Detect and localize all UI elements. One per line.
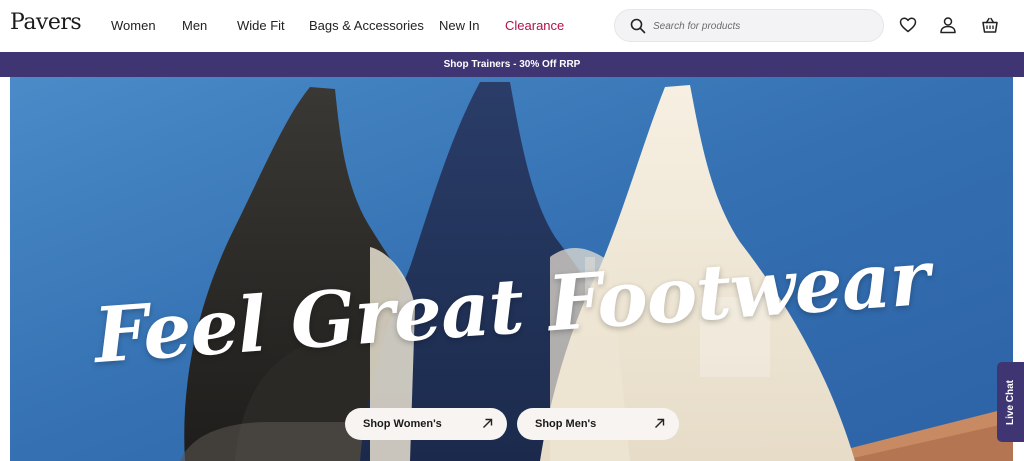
nav-item-clearance[interactable]: Clearance [505,18,564,33]
shop-mens-button[interactable]: Shop Men's [517,408,679,440]
arrow-up-right-icon [655,418,665,428]
shop-womens-button[interactable]: Shop Women's [345,408,507,440]
user-icon[interactable] [939,16,957,34]
nav-item-wide-fit[interactable]: Wide Fit [237,18,285,33]
search-icon[interactable] [630,18,646,34]
shop-womens-label: Shop Women's [363,418,442,430]
nav-item-men[interactable]: Men [182,18,207,33]
live-chat-button[interactable]: Live Chat [997,362,1024,442]
site-header: Pavers Women Men Wide Fit Bags & Accesso… [0,0,1024,52]
nav-item-women[interactable]: Women [111,18,156,33]
heart-icon[interactable] [899,16,917,34]
search-input[interactable] [653,17,873,35]
pavers-logo[interactable]: Pavers [10,10,82,35]
search-bar[interactable] [614,9,884,42]
hero-banner[interactable]: Feel Great Footwear [10,77,1013,461]
promo-text[interactable]: Shop Trainers - 30% Off RRP [444,59,581,70]
promo-banner[interactable]: Shop Trainers - 30% Off RRP [0,52,1024,77]
bag-icon[interactable] [981,16,999,34]
nav-item-bags-accessories[interactable]: Bags & Accessories [309,18,424,33]
shop-mens-label: Shop Men's [535,418,597,430]
live-chat-label: Live Chat [1005,379,1017,425]
arrow-up-right-icon [483,418,493,428]
nav-item-new-in[interactable]: New In [439,18,479,33]
